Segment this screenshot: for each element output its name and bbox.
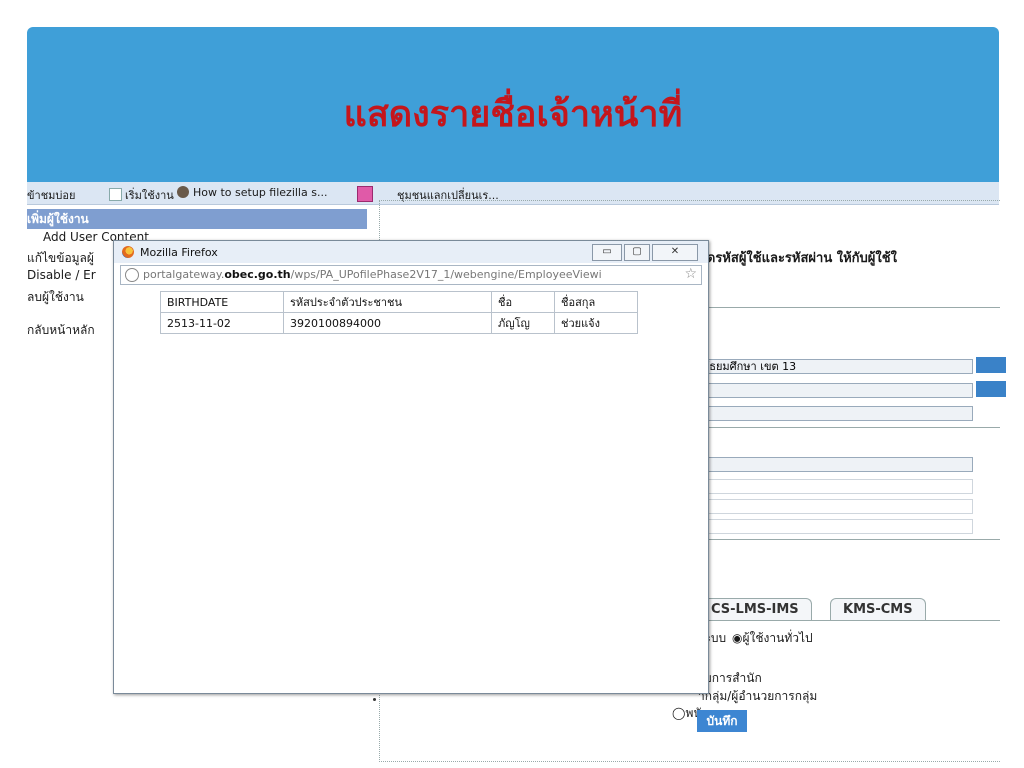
divider [698,307,1000,308]
radio-general-user[interactable]: ◉ผู้ใช้งานทั่วไป [732,629,813,648]
field-2-button[interactable] [976,381,1006,397]
employee-table: BIRTHDATE รหัสประจำตัวประชาชน ชื่อ ชื่อส… [160,291,638,334]
url-text: portalgateway.obec.go.th/wps/PA_UPofileP… [143,268,602,281]
user-icon [177,186,189,198]
menu-add-user[interactable]: เพิ่มผู้ใช้งาน [27,209,367,229]
slide-banner: แสดงรายชื่อเจ้าหน้าที่ [27,27,999,182]
decorative-dot [373,698,376,701]
bookmark-icon [357,186,373,202]
url-bar[interactable]: portalgateway.obec.go.th/wps/PA_UPofileP… [120,265,702,285]
bookmark-getting-started[interactable]: เริ่มใช้งาน [109,186,174,204]
cell-first-name: ภัญโญ [491,312,555,334]
org-field[interactable]: มัธยมศึกษา เขต 13 [698,359,973,374]
cell-birthdate: 2513-11-02 [160,312,284,334]
form-heading: นดรหัสผู้ใช้และรหัสผ่าน ให้กับผู้ใช้ใ [698,251,897,266]
checkbox-icon [109,188,122,201]
firefox-icon [122,246,134,258]
field-6[interactable] [698,499,973,514]
slide-title: แสดงรายชื่อเจ้าหน้าที่ [343,93,683,135]
minimize-icon[interactable]: ▭ [592,244,622,261]
field-5[interactable] [698,479,973,494]
divider [698,427,1000,428]
tab-cs-lms-ims[interactable]: CS-LMS-IMS [698,598,812,621]
tab-kms-cms[interactable]: KMS-CMS [830,598,926,621]
field-2[interactable] [698,383,973,398]
save-button[interactable]: บันทึก [697,710,747,732]
cell-citizen-id: 3920100894000 [283,312,492,334]
menu-delete-user[interactable]: ลบผู้ใช้งาน [27,288,84,307]
cell-last-name: ช่วยแจ้ง [554,312,638,334]
popup-window-title: Mozilla Firefox [140,246,218,259]
col-birthdate: BIRTHDATE [160,291,284,313]
col-first-name: ชื่อ [491,291,555,313]
col-last-name: ชื่อสกุล [554,291,638,313]
field-4[interactable] [698,457,973,472]
org-select-button[interactable] [976,357,1006,373]
globe-icon [125,268,139,282]
field-7[interactable] [698,519,973,534]
table-row[interactable]: 2513-11-02 3920100894000 ภัญโญ ช่วยแจ้ง [160,312,638,334]
close-icon[interactable]: ✕ [652,244,698,261]
col-citizen-id: รหัสประจำตัวประชาชน [283,291,492,313]
bookmark-frequent[interactable]: ข้าชมบ่อย [27,186,75,204]
table-header-row: BIRTHDATE รหัสประจำตัวประชาชน ชื่อ ชื่อส… [160,291,638,313]
bookmark-filezilla[interactable]: How to setup filezilla s... [177,186,327,199]
menu-disable-user[interactable]: Disable / Er [27,268,96,282]
popup-titlebar[interactable]: Mozilla Firefox ▭ ▢ ✕ [114,241,708,263]
menu-edit-user[interactable]: แก้ไขข้อมูลผู้ [27,249,94,268]
tab-bar-divider [698,620,1000,621]
bookmark-star-icon[interactable]: ☆ [684,266,697,282]
menu-back-home[interactable]: กลับหน้าหลัก [27,321,95,340]
maximize-icon[interactable]: ▢ [624,244,650,261]
divider [698,539,1000,540]
field-3[interactable] [698,406,973,421]
bookmark-pink[interactable] [357,186,373,202]
firefox-popup-window: Mozilla Firefox ▭ ▢ ✕ portalgateway.obec… [113,240,709,694]
